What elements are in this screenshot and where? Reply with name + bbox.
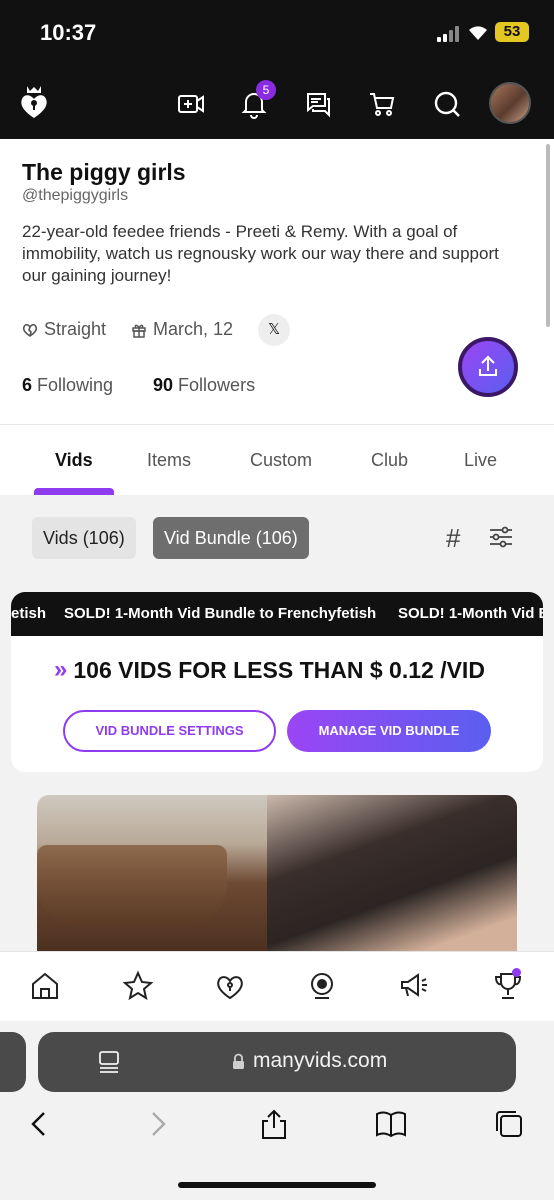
- tabs-icon[interactable]: [492, 1107, 526, 1141]
- profile-name: The piggy girls: [22, 159, 186, 185]
- forward-icon[interactable]: [141, 1107, 175, 1141]
- user-avatar[interactable]: [489, 82, 531, 124]
- following-link[interactable]: 6 Following: [22, 375, 113, 396]
- followers-label: Followers: [178, 375, 256, 395]
- messages-icon[interactable]: [302, 88, 334, 120]
- signal-icon: [437, 26, 463, 42]
- bookmarks-icon[interactable]: [374, 1107, 408, 1141]
- app-header: 5: [0, 70, 554, 139]
- filter-vids-chip[interactable]: Vids (106): [32, 517, 136, 559]
- home-icon[interactable]: [29, 970, 61, 1002]
- followers-count: 90: [153, 375, 174, 395]
- back-icon[interactable]: [22, 1107, 56, 1141]
- thumbnail-left-image: [37, 795, 267, 955]
- reload-icon[interactable]: [512, 1048, 538, 1074]
- tab-club[interactable]: Club: [371, 450, 408, 471]
- status-time: 10:37: [40, 20, 97, 45]
- wifi-icon: [466, 22, 490, 42]
- battery-icon: 53: [495, 22, 529, 42]
- star-icon[interactable]: [122, 970, 154, 1002]
- share-icon[interactable]: [257, 1107, 291, 1141]
- reader-icon[interactable]: [98, 1050, 120, 1074]
- ticker-item: SOLD! 1-Month Vid Bundle to Frenchyfetis…: [64, 605, 377, 622]
- address-bar[interactable]: manyvids.com: [38, 1032, 534, 1092]
- gift-icon: [131, 322, 147, 338]
- tab-items[interactable]: Items: [147, 450, 191, 471]
- orientation-info: Straight: [22, 319, 106, 340]
- vid-bundle-card: etish SOLD! 1-Month Vid Bundle to French…: [11, 592, 543, 772]
- filter-sliders-icon[interactable]: [488, 525, 514, 549]
- page-scrollbar[interactable]: [546, 144, 550, 327]
- lock-icon: [232, 1053, 245, 1070]
- webcam-icon[interactable]: [306, 970, 338, 1002]
- profile-bio: 22-year-old feedee friends - Preeti & Re…: [22, 222, 499, 285]
- manage-vid-bundle-button[interactable]: MANAGE VID BUNDLE: [287, 710, 491, 752]
- add-video-icon[interactable]: [175, 88, 207, 120]
- status-bar: 10:37 53: [0, 0, 554, 70]
- profile-handle: @thepiggygirls: [22, 187, 129, 204]
- search-icon[interactable]: [431, 88, 463, 120]
- ticker-item: etish: [11, 605, 47, 622]
- ticker-item: SOLD! 1-Month Vid B: [398, 605, 543, 622]
- notification-badge: 5: [256, 80, 276, 100]
- browser-chrome: manyvids.com: [0, 1021, 554, 1200]
- double-chevron-icon: »: [54, 656, 68, 683]
- vids-content: Vids (106) Vid Bundle (106) # etish SOLD…: [0, 495, 554, 955]
- birthday-label: March, 12: [153, 319, 234, 339]
- vid-bundle-settings-button[interactable]: VID BUNDLE SETTINGS: [63, 710, 276, 752]
- video-thumbnail[interactable]: [37, 795, 517, 955]
- trophy-notification-dot: [512, 968, 521, 977]
- cart-icon[interactable]: [366, 88, 398, 120]
- megaphone-icon[interactable]: [398, 970, 430, 1002]
- following-label: Following: [37, 375, 114, 395]
- upload-button[interactable]: [458, 337, 518, 397]
- bottom-navigation: [0, 951, 554, 1021]
- sales-ticker: etish SOLD! 1-Month Vid Bundle to French…: [11, 592, 543, 636]
- thumbnail-right-image: [267, 795, 517, 955]
- manyvids-logo[interactable]: [18, 84, 50, 120]
- filter-bundle-chip[interactable]: Vid Bundle (106): [153, 517, 309, 559]
- orientation-label: Straight: [44, 319, 107, 339]
- x-social-button[interactable]: 𝕏: [258, 314, 290, 346]
- tab-live[interactable]: Live: [464, 450, 497, 471]
- heart-broken-icon: [22, 322, 38, 338]
- heart-lock-icon[interactable]: [214, 970, 246, 1002]
- followers-link[interactable]: 90 Followers: [153, 375, 255, 396]
- home-indicator: [178, 1182, 376, 1188]
- bundle-promo: » 106 VIDS FOR LESS THAN $ 0.12 /VID: [54, 656, 485, 684]
- bundle-promo-text: 106 VIDS FOR LESS THAN $ 0.12 /VID: [73, 656, 485, 683]
- birthday-info: March, 12: [131, 319, 233, 340]
- tab-vids[interactable]: Vids: [55, 450, 93, 471]
- tab-custom[interactable]: Custom: [250, 450, 312, 471]
- previous-tab-preview[interactable]: [0, 1032, 26, 1092]
- active-tab-indicator: [34, 488, 114, 495]
- following-count: 6: [22, 375, 33, 395]
- profile-tabs: Vids Items Custom Club Live: [0, 424, 554, 496]
- url-text: manyvids.com: [253, 1049, 388, 1072]
- hashtag-icon[interactable]: #: [446, 523, 460, 554]
